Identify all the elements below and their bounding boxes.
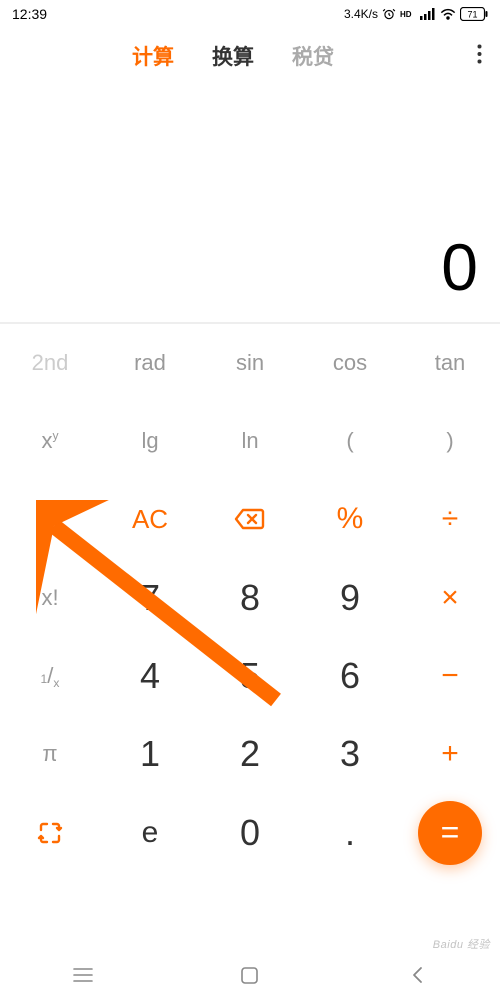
back-icon: [411, 966, 423, 984]
key-cos[interactable]: cos: [300, 324, 400, 402]
key-dot[interactable]: .: [300, 793, 400, 871]
key-ln[interactable]: ln: [200, 402, 300, 480]
key-percent[interactable]: %: [300, 480, 400, 558]
key-rparen[interactable]: ): [400, 402, 500, 480]
key-power[interactable]: xy: [0, 402, 100, 480]
recent-icon: [73, 967, 93, 983]
android-nav-bar: [0, 950, 500, 1000]
signal-icon: [420, 8, 436, 20]
key-lg[interactable]: lg: [100, 402, 200, 480]
nav-back-button[interactable]: [377, 955, 457, 995]
key-8[interactable]: 8: [200, 558, 300, 636]
key-4[interactable]: 4: [100, 637, 200, 715]
key-plus[interactable]: +: [400, 715, 500, 793]
key-9[interactable]: 9: [300, 558, 400, 636]
key-tan[interactable]: tan: [400, 324, 500, 402]
key-switch-mode[interactable]: [0, 793, 100, 871]
status-bar: 12:39 3.4K/s HD 71: [0, 0, 500, 28]
key-6[interactable]: 6: [300, 637, 400, 715]
key-pi[interactable]: π: [0, 715, 100, 793]
watermark: Baidu 经验: [433, 936, 490, 952]
key-sin[interactable]: sin: [200, 324, 300, 402]
key-sqrt[interactable]: √x: [0, 480, 100, 558]
network-speed: 3.4K/s: [344, 7, 378, 21]
key-rad[interactable]: rad: [100, 324, 200, 402]
switch-icon: [36, 819, 64, 847]
home-icon: [241, 967, 258, 984]
key-0[interactable]: 0: [200, 793, 300, 871]
keypad: 2nd rad sin cos tan xy lg ln ( ) √x AC %…: [0, 324, 500, 951]
key-backspace[interactable]: [200, 480, 300, 558]
tab-convert[interactable]: 换算: [212, 41, 254, 71]
status-time: 12:39: [12, 6, 47, 22]
tab-tax[interactable]: 税贷: [292, 41, 334, 71]
battery-level: 71: [467, 10, 477, 20]
tab-calculate[interactable]: 计算: [132, 41, 174, 71]
status-indicators: 3.4K/s HD 71: [344, 7, 488, 21]
battery-icon: 71: [460, 7, 488, 21]
key-1[interactable]: 1: [100, 715, 200, 793]
key-7[interactable]: 7: [100, 558, 200, 636]
nav-recent-button[interactable]: [43, 955, 123, 995]
key-reciprocal[interactable]: 1/x: [0, 637, 100, 715]
hd-icon: HD: [400, 8, 416, 20]
key-ac[interactable]: AC: [100, 480, 200, 558]
key-e[interactable]: e: [100, 793, 200, 871]
more-vertical-icon: [477, 44, 482, 64]
key-2[interactable]: 2: [200, 715, 300, 793]
key-2nd[interactable]: 2nd: [0, 324, 100, 402]
key-divide[interactable]: ÷: [400, 480, 500, 558]
calculator-display: 0: [0, 84, 500, 322]
alarm-icon: [382, 7, 396, 21]
key-lparen[interactable]: (: [300, 402, 400, 480]
more-menu-button[interactable]: [471, 36, 488, 77]
key-factorial[interactable]: x!: [0, 558, 100, 636]
wifi-icon: [440, 8, 456, 20]
backspace-icon: [234, 507, 266, 531]
key-multiply[interactable]: ×: [400, 558, 500, 636]
key-minus[interactable]: −: [400, 637, 500, 715]
svg-text:HD: HD: [400, 10, 412, 19]
key-3[interactable]: 3: [300, 715, 400, 793]
equals-label: =: [441, 814, 460, 851]
key-5[interactable]: 5: [200, 637, 300, 715]
display-value: 0: [441, 234, 478, 300]
tab-bar: 计算 换算 税贷: [0, 28, 500, 84]
key-equals[interactable]: =: [400, 793, 500, 871]
nav-home-button[interactable]: [210, 955, 290, 995]
